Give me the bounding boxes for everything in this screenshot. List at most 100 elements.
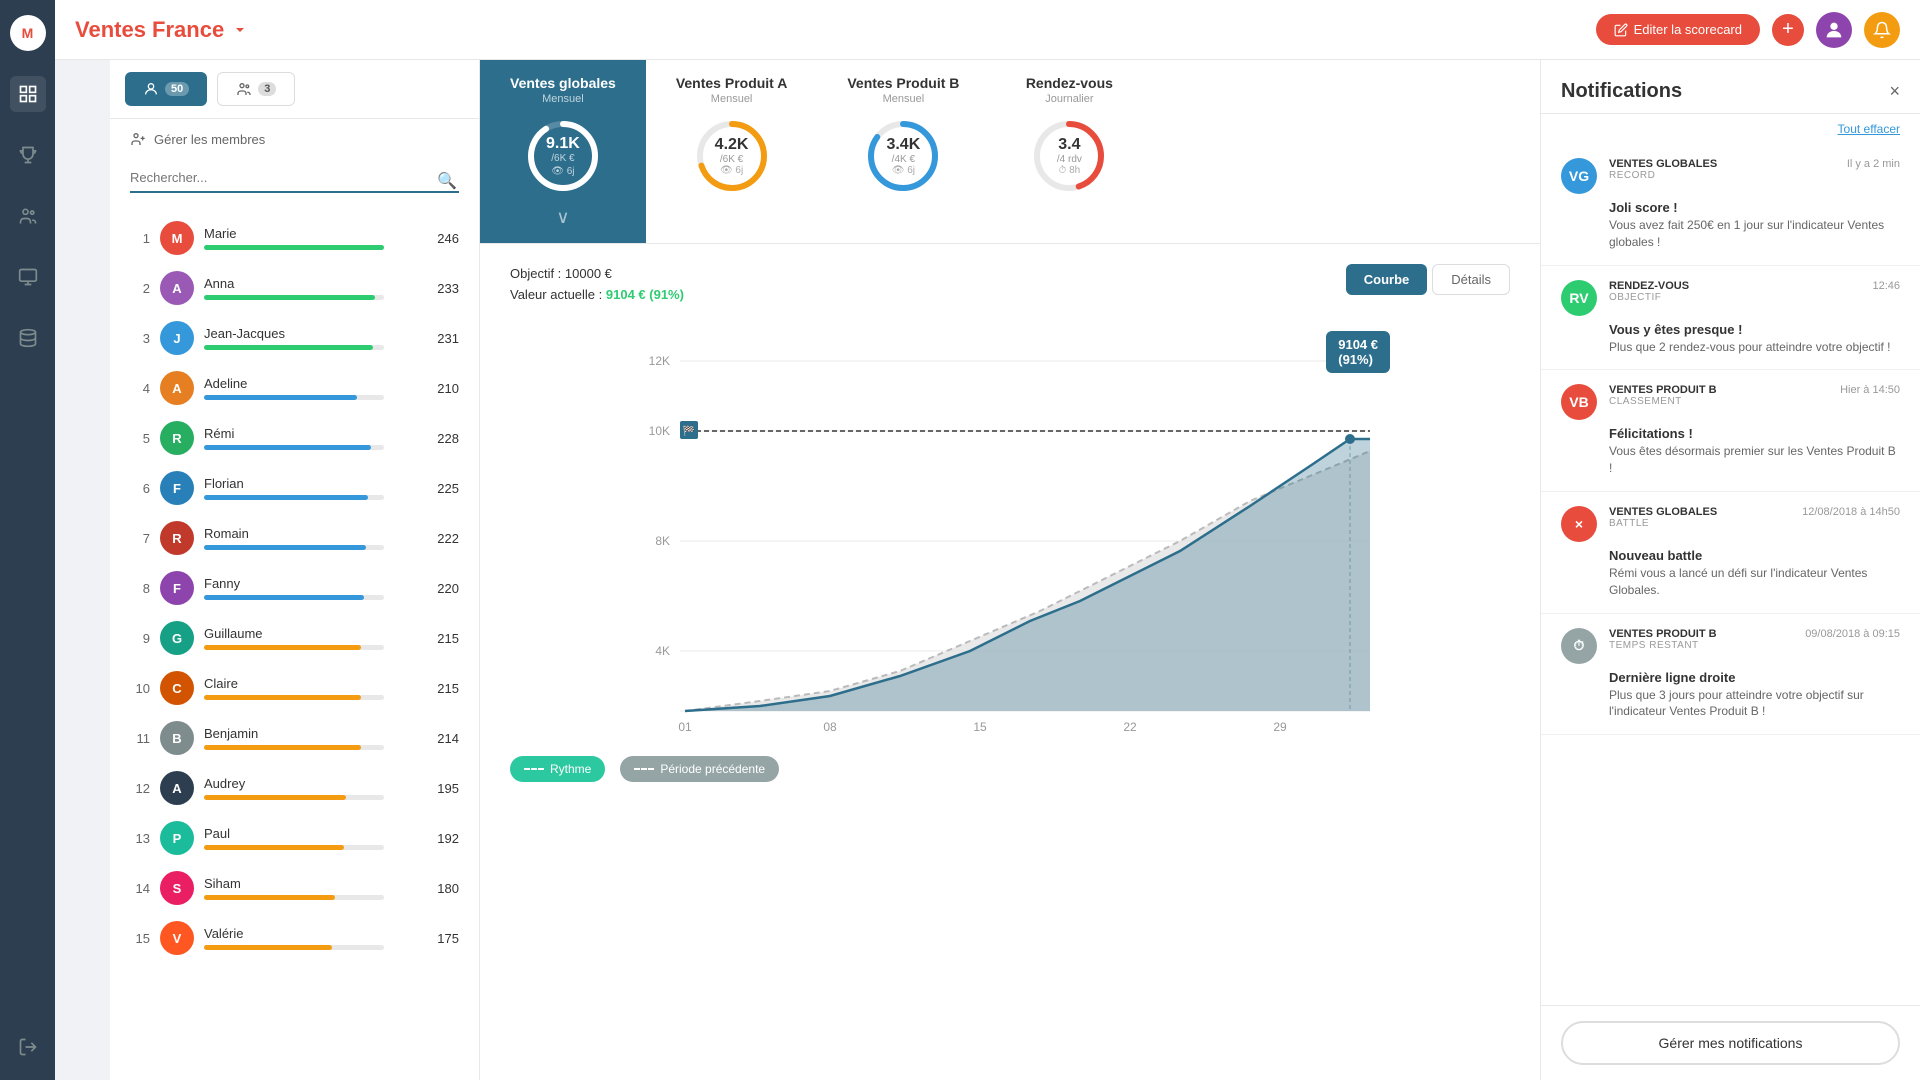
kpi-tab-1[interactable]: Ventes Produit A Mensuel 4.2K /6K € 👁 6j bbox=[646, 60, 818, 243]
list-item[interactable]: 9 G Guillaume 215 bbox=[110, 613, 479, 663]
list-item[interactable]: 11 B Benjamin 214 bbox=[110, 713, 479, 763]
svg-text:🏁: 🏁 bbox=[683, 424, 695, 437]
center-panel: Ventes globales Mensuel 9.1K /6K € 👁 6j … bbox=[480, 60, 1540, 1080]
notifications-bell[interactable] bbox=[1864, 12, 1900, 48]
list-item[interactable]: 7 R Romain 222 bbox=[110, 513, 479, 563]
member-avatar: P bbox=[160, 821, 194, 855]
list-item[interactable]: 13 P Paul 192 bbox=[110, 813, 479, 863]
member-progress-bg bbox=[204, 695, 384, 700]
manage-notifications-button[interactable]: Gérer mes notifications bbox=[1561, 1021, 1900, 1065]
notification-item[interactable]: VG VENTES GLOBALES RECORD Il y a 2 min J… bbox=[1541, 144, 1920, 266]
list-item[interactable]: 6 F Florian 225 bbox=[110, 463, 479, 513]
member-progress-bar bbox=[204, 695, 361, 700]
member-name: Paul bbox=[204, 826, 427, 841]
member-name: Claire bbox=[204, 676, 427, 691]
kpi-tab-3[interactable]: Rendez-vous Journalier 3.4 /4 rdv ⏱ 8h bbox=[989, 60, 1149, 243]
sidebar-item-monitor[interactable] bbox=[10, 259, 46, 295]
clear-all-button[interactable]: Tout effacer bbox=[1541, 114, 1920, 144]
legend-periode[interactable]: Période précédente bbox=[620, 756, 779, 782]
member-progress-bg bbox=[204, 345, 384, 350]
user-avatar[interactable] bbox=[1816, 12, 1852, 48]
tab-groups[interactable]: 3 bbox=[217, 72, 295, 106]
member-progress-bar bbox=[204, 895, 335, 900]
member-score: 231 bbox=[437, 331, 459, 346]
member-progress-bg bbox=[204, 395, 384, 400]
member-score: 220 bbox=[437, 581, 459, 596]
edit-scorecard-button[interactable]: Editer la scorecard bbox=[1596, 14, 1760, 45]
member-score: 180 bbox=[437, 881, 459, 896]
line-chart: 12K 10K 8K 4K 🏁 bbox=[510, 321, 1510, 741]
member-progress-bg bbox=[204, 245, 384, 250]
member-name: Florian bbox=[204, 476, 427, 491]
notification-item[interactable]: × VENTES GLOBALES BATTLE 12/08/2018 à 14… bbox=[1541, 492, 1920, 614]
list-item[interactable]: 1 M Marie 246 bbox=[110, 213, 479, 263]
tab-individuals[interactable]: 50 bbox=[125, 72, 207, 106]
chart-view-buttons: Courbe Détails bbox=[1346, 264, 1510, 295]
member-progress-bar bbox=[204, 295, 375, 300]
list-item[interactable]: 10 C Claire 215 bbox=[110, 663, 479, 713]
sidebar-item-team[interactable] bbox=[10, 198, 46, 234]
main-content: 50 3 Gérer les membres 🔍 1 M Marie 246 2… bbox=[110, 60, 1920, 1080]
member-progress-bar bbox=[204, 845, 344, 850]
member-progress-bg bbox=[204, 595, 384, 600]
kpi-tab-2[interactable]: Ventes Produit B Mensuel 3.4K /4K € 👁 6j bbox=[817, 60, 989, 243]
member-avatar: A bbox=[160, 371, 194, 405]
list-item[interactable]: 5 R Rémi 228 bbox=[110, 413, 479, 463]
list-item[interactable]: 3 J Jean-Jacques 231 bbox=[110, 313, 479, 363]
svg-text:01: 01 bbox=[678, 720, 692, 734]
member-progress-bg bbox=[204, 645, 384, 650]
list-item[interactable]: 4 A Adeline 210 bbox=[110, 363, 479, 413]
btn-details[interactable]: Détails bbox=[1432, 264, 1510, 295]
notification-item[interactable]: RV RENDEZ-VOUS OBJECTIF 12:46 Vous y ête… bbox=[1541, 266, 1920, 371]
notifications-panel: Notifications × Tout effacer VG VENTES G… bbox=[1540, 60, 1920, 1080]
member-rank: 12 bbox=[130, 781, 150, 796]
notification-item[interactable]: ⏱ VENTES PRODUIT B TEMPS RESTANT 09/08/2… bbox=[1541, 614, 1920, 736]
sidebar-item-dashboard[interactable] bbox=[10, 76, 46, 112]
list-item[interactable]: 12 A Audrey 195 bbox=[110, 763, 479, 813]
sidebar-item-database[interactable] bbox=[10, 320, 46, 356]
sidebar-item-trophy[interactable] bbox=[10, 137, 46, 173]
notification-item[interactable]: VB VENTES PRODUIT B CLASSEMENT Hier à 14… bbox=[1541, 370, 1920, 492]
manage-members-link[interactable]: Gérer les membres bbox=[110, 119, 479, 159]
notifications-footer: Gérer mes notifications bbox=[1541, 1005, 1920, 1080]
member-score: 215 bbox=[437, 681, 459, 696]
logout-button[interactable] bbox=[10, 1029, 46, 1065]
chart-container: 9104 € (91%) 12K 10K 8K 4K bbox=[510, 321, 1510, 746]
member-progress-bg bbox=[204, 545, 384, 550]
member-progress-bar bbox=[204, 795, 346, 800]
kpi-tab-0[interactable]: Ventes globales Mensuel 9.1K /6K € 👁 6j … bbox=[480, 60, 646, 243]
member-rank: 13 bbox=[130, 831, 150, 846]
tab-individuals-count: 50 bbox=[165, 82, 189, 96]
list-item[interactable]: 14 S Siham 180 bbox=[110, 863, 479, 913]
add-button[interactable]: + bbox=[1772, 14, 1804, 46]
member-progress-bar bbox=[204, 495, 368, 500]
member-progress-bg bbox=[204, 895, 384, 900]
member-avatar: B bbox=[160, 721, 194, 755]
member-score: 225 bbox=[437, 481, 459, 496]
member-name: Romain bbox=[204, 526, 427, 541]
periode-icon bbox=[634, 768, 654, 770]
member-progress-bar bbox=[204, 645, 361, 650]
member-rank: 2 bbox=[130, 281, 150, 296]
list-item[interactable]: 2 A Anna 233 bbox=[110, 263, 479, 313]
member-progress-bg bbox=[204, 945, 384, 950]
legend-rythme[interactable]: Rythme bbox=[510, 756, 605, 782]
close-notifications-button[interactable]: × bbox=[1889, 81, 1900, 102]
rythme-icon bbox=[524, 768, 544, 770]
page-title: Ventes France bbox=[75, 17, 248, 43]
member-progress-bar bbox=[204, 395, 357, 400]
member-avatar: F bbox=[160, 571, 194, 605]
member-score: 214 bbox=[437, 731, 459, 746]
svg-text:4K: 4K bbox=[655, 644, 670, 658]
app-logo[interactable]: M bbox=[10, 15, 46, 51]
member-search-input[interactable] bbox=[130, 164, 459, 193]
list-item[interactable]: 15 V Valérie 175 bbox=[110, 913, 479, 963]
member-score: 192 bbox=[437, 831, 459, 846]
header-actions: Editer la scorecard + bbox=[1596, 12, 1900, 48]
sidebar: M bbox=[0, 0, 55, 1080]
list-item[interactable]: 8 F Fanny 220 bbox=[110, 563, 479, 613]
member-progress-bg bbox=[204, 445, 384, 450]
member-rank: 5 bbox=[130, 431, 150, 446]
member-name: Jean-Jacques bbox=[204, 326, 427, 341]
btn-courbe[interactable]: Courbe bbox=[1346, 264, 1428, 295]
